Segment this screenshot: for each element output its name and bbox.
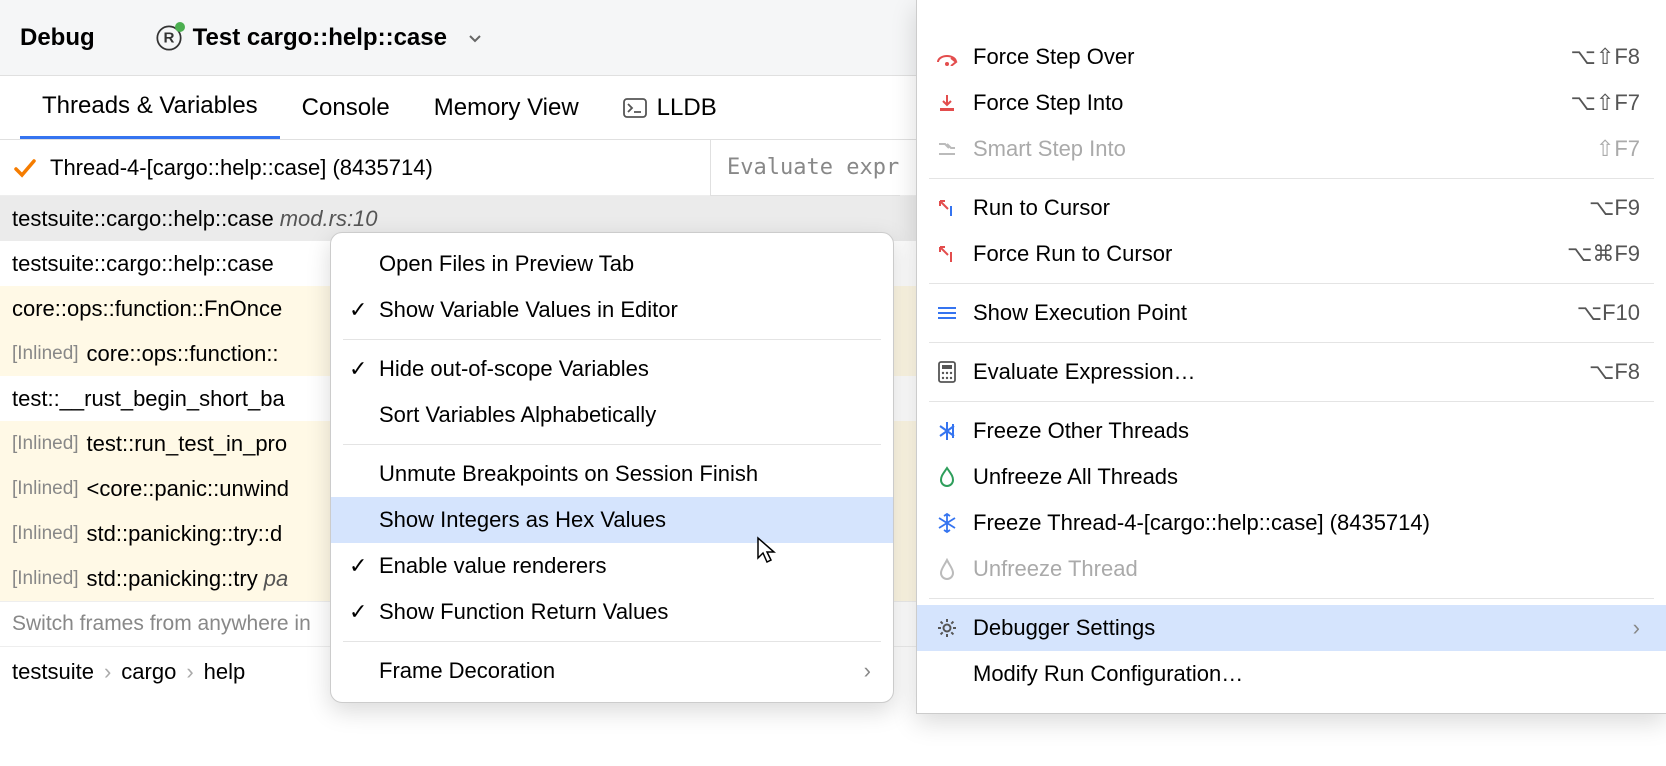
chevron-right-icon: ›: [864, 658, 871, 684]
menu-smart-step-into: Smart Step Into⇧F7: [917, 126, 1666, 172]
rust-icon: R: [155, 24, 183, 52]
menu-unfreeze-thread: Unfreeze Thread: [917, 546, 1666, 592]
menu-modify-run-config[interactable]: Modify Run Configuration…: [917, 651, 1666, 697]
menu-show-hex[interactable]: Show Integers as Hex Values: [331, 497, 893, 543]
inlined-badge: [Inlined]: [12, 478, 79, 500]
menu-freeze-thread[interactable]: Freeze Thread-4-[cargo::help::case] (843…: [917, 500, 1666, 546]
debug-title: Debug: [20, 24, 95, 52]
show-exec-point-icon: [935, 305, 959, 321]
menu-show-return-values[interactable]: ✓Show Function Return Values: [331, 589, 893, 635]
force-step-into-icon: [935, 93, 959, 113]
tab-lldb[interactable]: LLDB: [601, 76, 739, 139]
separator: [343, 641, 881, 642]
context-menu-settings: Open Files in Preview Tab ✓Show Variable…: [330, 232, 894, 703]
inlined-badge: [Inlined]: [12, 523, 79, 545]
menu-show-var-values[interactable]: ✓Show Variable Values in Editor: [331, 287, 893, 333]
menu-freeze-other-threads[interactable]: Freeze Other Threads: [917, 408, 1666, 454]
menu-force-step-into[interactable]: Force Step Into⌥⇧F7: [917, 80, 1666, 126]
calculator-icon: [935, 361, 959, 383]
separator: [929, 342, 1654, 343]
separator: [343, 339, 881, 340]
gear-icon: [935, 617, 959, 639]
run-config-selector[interactable]: R Test cargo::help::case: [155, 24, 483, 52]
separator: [929, 598, 1654, 599]
freeze-icon: [935, 420, 959, 442]
chevron-right-icon: ›: [186, 659, 193, 685]
menu-sort-vars[interactable]: Sort Variables Alphabetically: [331, 392, 893, 438]
inlined-badge: [Inlined]: [12, 343, 79, 365]
menu-force-run-to-cursor[interactable]: Force Run to Cursor⌥⌘F9: [917, 231, 1666, 277]
check-icon: [12, 155, 38, 181]
separator: [343, 444, 881, 445]
separator: [929, 283, 1654, 284]
menu-show-exec-point[interactable]: Show Execution Point⌥F10: [917, 290, 1666, 336]
snowflake-icon: [935, 512, 959, 534]
menu-unmute-breakpoints[interactable]: Unmute Breakpoints on Session Finish: [331, 451, 893, 497]
context-menu-debug-actions: Force Step Over⌥⇧F8 Force Step Into⌥⇧F7 …: [916, 0, 1666, 714]
run-to-cursor-icon: [935, 198, 959, 218]
menu-evaluate-expression[interactable]: Evaluate Expression…⌥F8: [917, 349, 1666, 395]
tab-console[interactable]: Console: [280, 76, 412, 139]
menu-open-preview-tab[interactable]: Open Files in Preview Tab: [331, 241, 893, 287]
droplet-icon: [935, 558, 959, 580]
inlined-badge: [Inlined]: [12, 568, 79, 590]
smart-step-into-icon: [935, 140, 959, 158]
menu-force-step-over[interactable]: Force Step Over⌥⇧F8: [917, 34, 1666, 80]
menu-hide-out-of-scope[interactable]: ✓Hide out-of-scope Variables: [331, 346, 893, 392]
inlined-badge: [Inlined]: [12, 433, 79, 455]
chevron-right-icon: ›: [104, 659, 111, 685]
menu-run-to-cursor[interactable]: Run to Cursor⌥F9: [917, 185, 1666, 231]
evaluate-expression-input[interactable]: Evaluate expr: [710, 140, 900, 196]
unfreeze-icon: [935, 466, 959, 488]
tab-threads-variables[interactable]: Threads & Variables: [20, 76, 280, 139]
force-step-over-icon: [935, 48, 959, 66]
menu-debugger-settings[interactable]: Debugger Settings ›: [917, 605, 1666, 651]
menu-enable-renderers[interactable]: ✓Enable value renderers: [331, 543, 893, 589]
separator: [929, 401, 1654, 402]
run-config-label: Test cargo::help::case: [193, 24, 447, 52]
terminal-icon: [623, 98, 647, 118]
thread-label: Thread-4-[cargo::help::case] (8435714): [50, 155, 433, 181]
chevron-down-icon: [467, 30, 483, 46]
force-run-to-cursor-icon: [935, 244, 959, 264]
menu-unfreeze-all-threads[interactable]: Unfreeze All Threads: [917, 454, 1666, 500]
separator: [929, 178, 1654, 179]
svg-text:R: R: [163, 29, 174, 46]
menu-frame-decoration[interactable]: Frame Decoration›: [331, 648, 893, 694]
tab-memory-view[interactable]: Memory View: [412, 76, 601, 139]
chevron-right-icon: ›: [1633, 615, 1640, 641]
